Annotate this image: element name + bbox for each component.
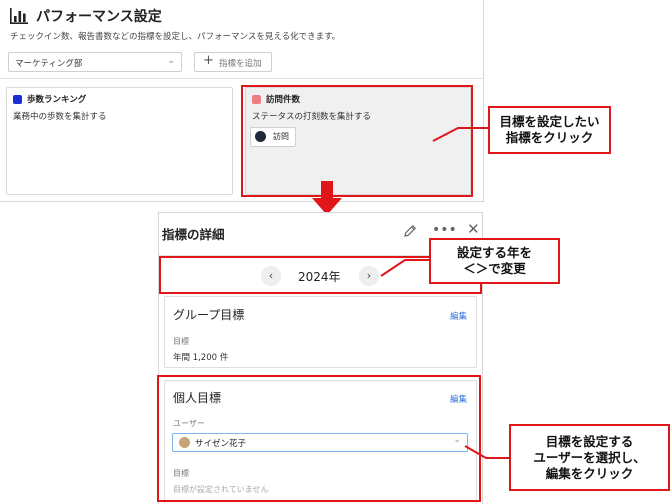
metric-title: 歩数ランキング xyxy=(27,95,87,105)
more-options-icon[interactable]: ••• xyxy=(432,222,457,238)
pencil-icon[interactable] xyxy=(403,224,417,238)
highlight-personal-target xyxy=(157,375,481,502)
group-edit-link[interactable]: 編集 xyxy=(450,310,467,322)
callout-line: 指標をクリック xyxy=(505,130,594,145)
group-target-label: 目標 xyxy=(173,337,189,346)
callout-line: 目標を設定する xyxy=(545,434,634,449)
callout-select-metric: 目標を設定したい 指標をクリック xyxy=(488,106,611,154)
callout-line: 設定する年を xyxy=(456,245,532,260)
toolbar-divider xyxy=(0,78,484,79)
callout-change-year: 設定する年を ＜＞で変更 xyxy=(429,238,560,284)
metric-color-swatch xyxy=(13,95,22,104)
highlight-visit-card xyxy=(241,85,473,197)
add-metric-button[interactable]: + 指標を追加 xyxy=(194,52,272,72)
callout-line: 編集をクリック xyxy=(545,466,634,481)
close-icon[interactable]: ✕ xyxy=(467,220,480,238)
page-description: チェックイン数、報告書数などの指標を設定し、パフォーマンスを見える化できます。 xyxy=(10,32,341,42)
metric-description: 業務中の歩数を集計する xyxy=(13,112,107,122)
detail-title: 指標の詳細 xyxy=(162,227,225,242)
chevron-down-icon: ⌄ xyxy=(167,56,175,66)
group-target-title: グループ目標 xyxy=(173,308,245,322)
plus-icon: + xyxy=(203,53,214,68)
group-target-section: グループ目標 編集 目標 年間 1,200 件 xyxy=(164,296,477,368)
bar-chart-icon xyxy=(10,8,28,24)
callout-line: 目標を設定したい xyxy=(499,114,600,129)
group-target-value: 年間 1,200 件 xyxy=(173,353,229,363)
metric-card-steps-ranking[interactable]: 歩数ランキング 業務中の歩数を集計する xyxy=(6,87,233,195)
callout-line: ＜＞で変更 xyxy=(463,261,526,276)
callout-line: ユーザーを選択し、 xyxy=(533,450,646,465)
department-select[interactable]: マーケティング部 ⌄ xyxy=(8,52,182,72)
department-select-value: マーケティング部 xyxy=(15,59,83,69)
page-title: パフォーマンス設定 xyxy=(36,9,162,25)
add-metric-label: 指標を追加 xyxy=(219,59,262,69)
callout-select-user-edit: 目標を設定する ユーザーを選択し、 編集をクリック xyxy=(509,424,670,491)
